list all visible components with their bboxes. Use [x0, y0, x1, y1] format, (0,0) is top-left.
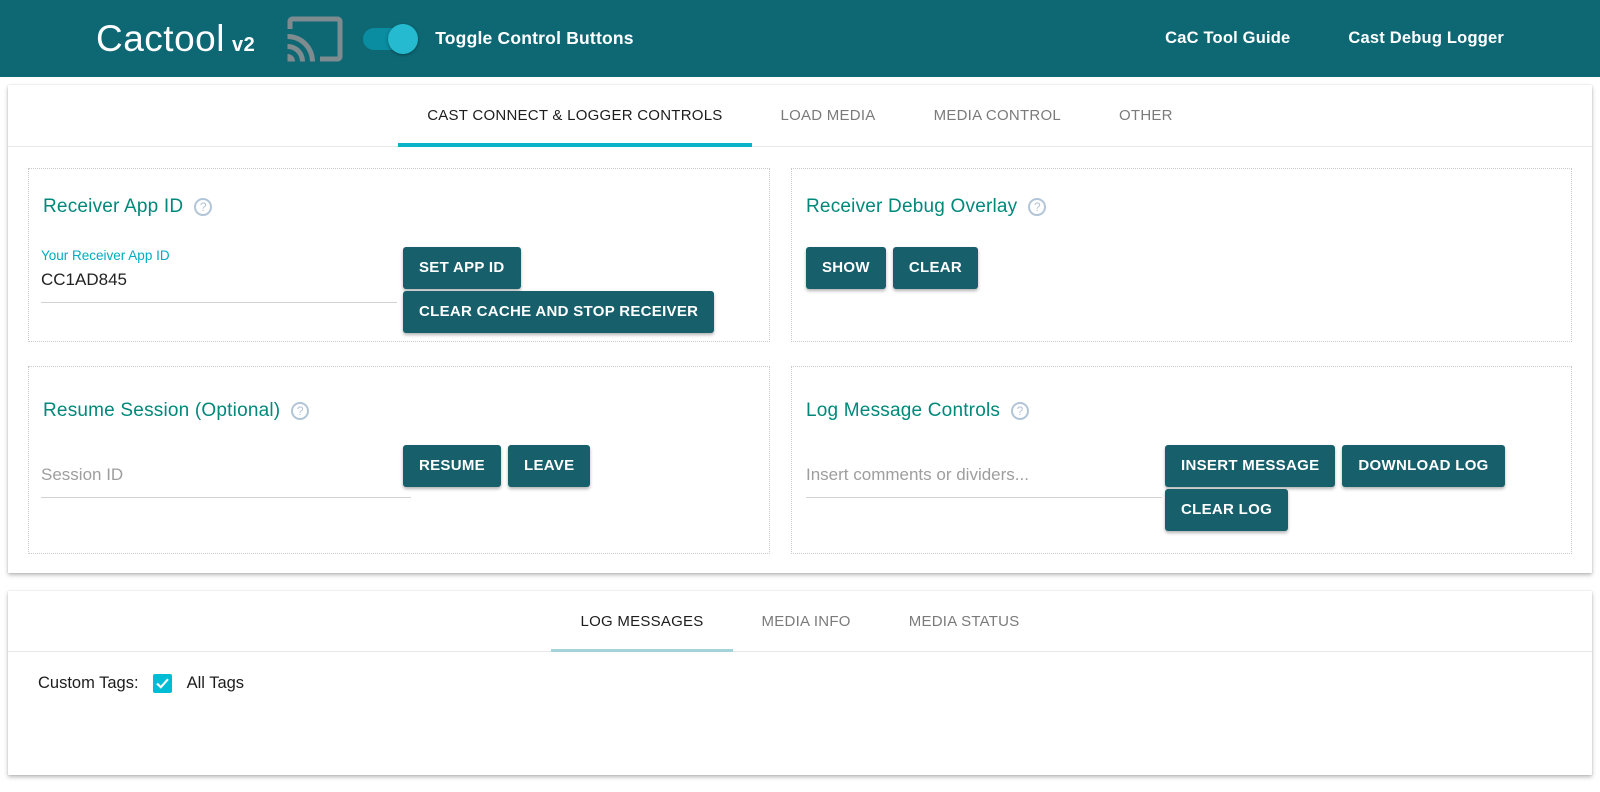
- main-tab-bar: CAST CONNECT & LOGGER CONTROLS LOAD MEDI…: [8, 85, 1592, 147]
- app-header: Cactool v2 Toggle Control Buttons CaC To…: [0, 0, 1600, 77]
- help-icon[interactable]: ?: [194, 198, 212, 216]
- log-panel: LOG MESSAGES MEDIA INFO MEDIA STATUS Cus…: [8, 591, 1592, 775]
- tab-log-messages[interactable]: LOG MESSAGES: [551, 591, 732, 651]
- receiver-app-id-title: Receiver App ID ?: [43, 196, 212, 218]
- controls-cards: Receiver App ID ? Your Receiver App ID S…: [8, 147, 1592, 554]
- receiver-app-id-buttons: SET APP ID CLEAR CACHE AND STOP RECEIVER: [403, 247, 714, 333]
- app-version: v2: [232, 34, 255, 57]
- download-log-button[interactable]: DOWNLOAD LOG: [1342, 445, 1504, 487]
- tab-cast-connect-logger-controls[interactable]: CAST CONNECT & LOGGER CONTROLS: [398, 85, 751, 146]
- log-filter-row: Custom Tags: All Tags: [8, 652, 1592, 693]
- receiver-app-id-card: Receiver App ID ? Your Receiver App ID S…: [28, 168, 770, 342]
- log-message-controls-card: Log Message Controls ? INSERT MESSAGE DO…: [791, 366, 1572, 554]
- receiver-app-id-label: Your Receiver App ID: [41, 248, 397, 263]
- tab-media-control[interactable]: MEDIA CONTROL: [905, 85, 1090, 146]
- control-buttons-toggle[interactable]: [363, 28, 415, 50]
- log-tab-bar: LOG MESSAGES MEDIA INFO MEDIA STATUS: [8, 591, 1592, 652]
- receiver-app-id-input[interactable]: [41, 268, 397, 303]
- tab-media-info[interactable]: MEDIA INFO: [733, 591, 880, 651]
- app-title: Cactool v2: [96, 18, 255, 60]
- help-icon[interactable]: ?: [291, 402, 309, 420]
- resume-button[interactable]: RESUME: [403, 445, 501, 487]
- resume-session-title: Resume Session (Optional) ?: [43, 400, 309, 422]
- toggle-label: Toggle Control Buttons: [435, 28, 633, 49]
- clear-log-button[interactable]: CLEAR LOG: [1165, 489, 1288, 531]
- tab-media-status[interactable]: MEDIA STATUS: [880, 591, 1049, 651]
- resume-session-card: Resume Session (Optional) ? RESUME LEAVE: [28, 366, 770, 554]
- receiver-debug-overlay-title: Receiver Debug Overlay ?: [806, 196, 1046, 218]
- resume-session-buttons: RESUME LEAVE: [403, 445, 590, 487]
- custom-tags-label: Custom Tags:: [38, 674, 139, 693]
- tab-load-media[interactable]: LOAD MEDIA: [752, 85, 905, 146]
- log-message-controls-title: Log Message Controls ?: [806, 400, 1029, 422]
- receiver-app-id-field: Your Receiver App ID: [41, 248, 397, 303]
- all-tags-label: All Tags: [187, 674, 244, 693]
- app-title-text: Cactool: [96, 18, 225, 60]
- session-id-field: [41, 463, 411, 498]
- controls-panel: CAST CONNECT & LOGGER CONTROLS LOAD MEDI…: [8, 85, 1592, 573]
- checkmark-icon: [156, 678, 169, 689]
- tab-other[interactable]: OTHER: [1090, 85, 1202, 146]
- link-cast-debug-logger[interactable]: Cast Debug Logger: [1348, 29, 1504, 48]
- log-message-field: [806, 463, 1162, 498]
- help-icon[interactable]: ?: [1028, 198, 1046, 216]
- debug-overlay-buttons: SHOW CLEAR: [806, 247, 978, 289]
- help-icon[interactable]: ?: [1011, 402, 1029, 420]
- cast-icon: [285, 9, 345, 69]
- set-app-id-button[interactable]: SET APP ID: [403, 247, 521, 289]
- log-message-buttons: INSERT MESSAGE DOWNLOAD LOG CLEAR LOG: [1165, 445, 1505, 531]
- leave-button[interactable]: LEAVE: [508, 445, 590, 487]
- link-cac-tool-guide[interactable]: CaC Tool Guide: [1165, 29, 1290, 48]
- receiver-debug-overlay-card: Receiver Debug Overlay ? SHOW CLEAR: [791, 168, 1572, 342]
- clear-overlay-button[interactable]: CLEAR: [893, 247, 978, 289]
- log-message-input[interactable]: [806, 463, 1162, 498]
- insert-message-button[interactable]: INSERT MESSAGE: [1165, 445, 1335, 487]
- toggle-thumb: [388, 24, 418, 54]
- clear-cache-stop-receiver-button[interactable]: CLEAR CACHE AND STOP RECEIVER: [403, 291, 714, 333]
- all-tags-checkbox[interactable]: [153, 674, 172, 693]
- show-overlay-button[interactable]: SHOW: [806, 247, 886, 289]
- session-id-input[interactable]: [41, 463, 411, 498]
- header-links: CaC Tool Guide Cast Debug Logger: [1165, 29, 1504, 48]
